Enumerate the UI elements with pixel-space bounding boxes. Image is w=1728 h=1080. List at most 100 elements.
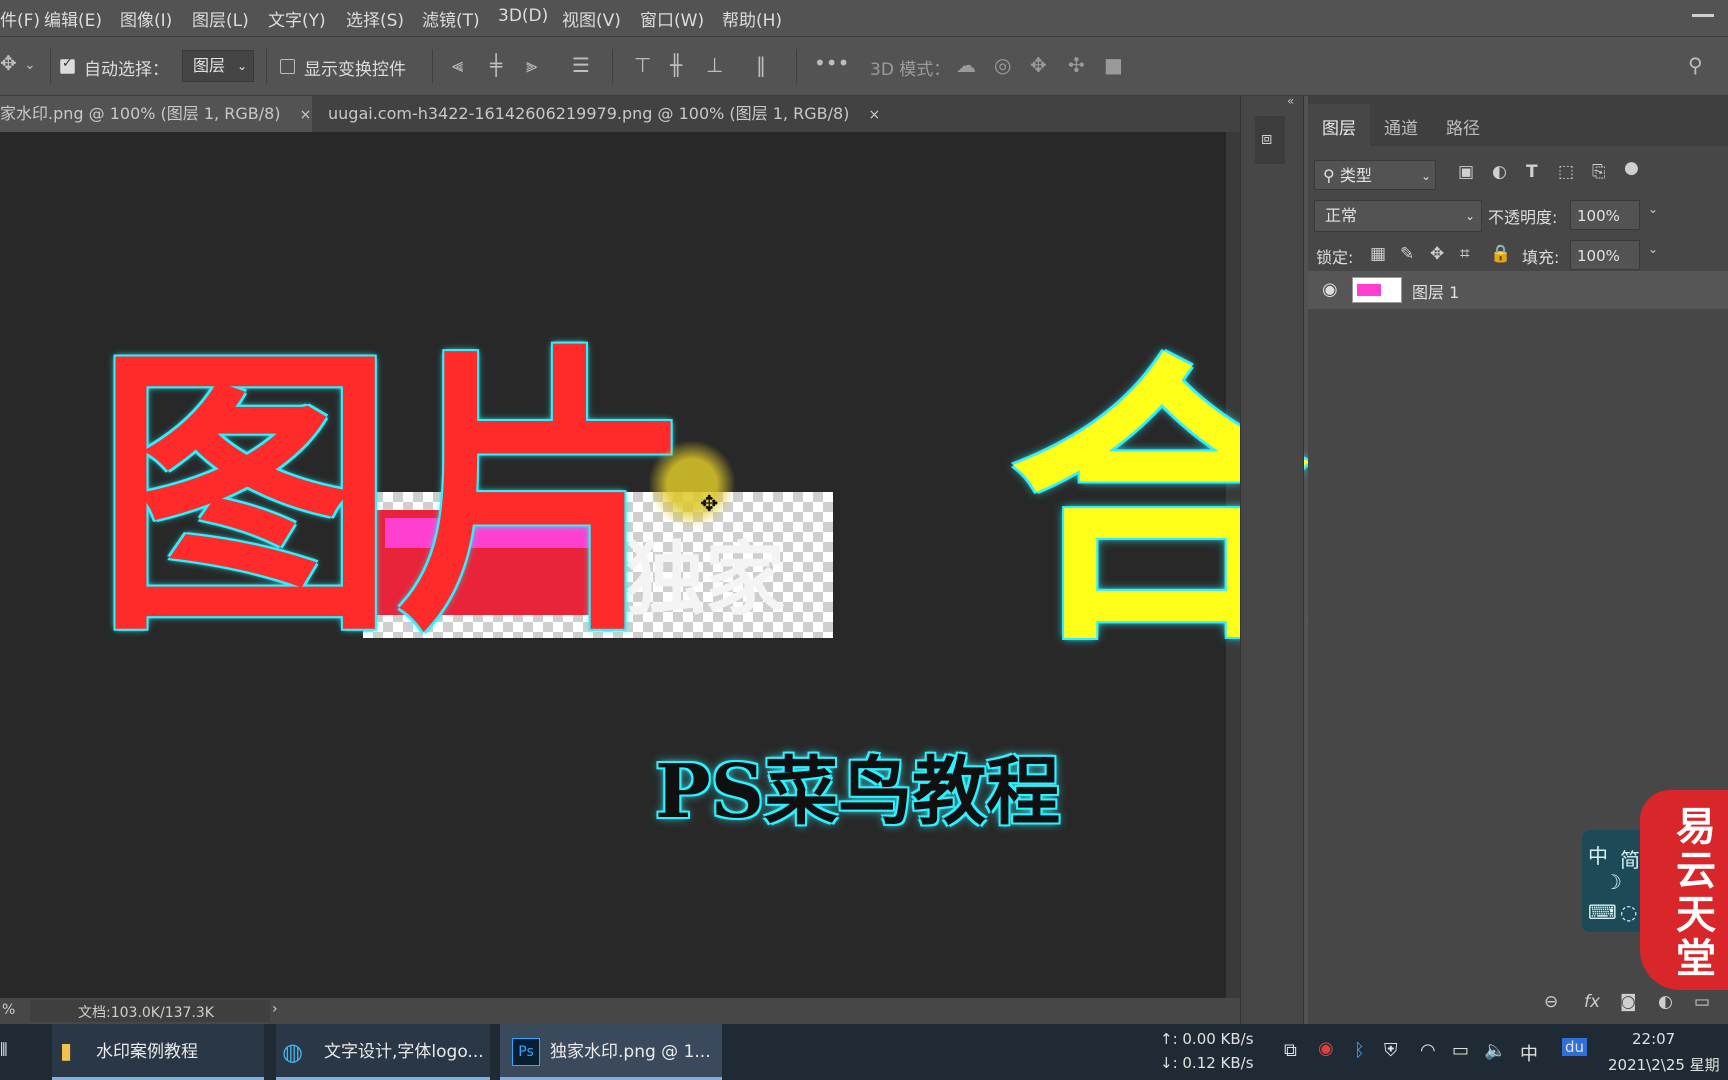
ime-indicator[interactable]: 中 — [1520, 1040, 1538, 1066]
folder-icon[interactable]: ▭ — [1694, 992, 1710, 1012]
tab-channels[interactable]: 通道 — [1384, 114, 1418, 139]
panel-footer: ⊖ fx ◙ ◐ ▭ — [1308, 984, 1728, 1024]
tab-layers[interactable]: 图层 — [1322, 114, 1356, 139]
separator — [612, 49, 613, 83]
lock-transparency-icon[interactable]: ▦ — [1370, 244, 1386, 264]
menu-help[interactable]: 帮助(H) — [722, 6, 782, 31]
search-icon[interactable]: ⚲ — [1688, 53, 1703, 77]
tab-doc-uugai[interactable]: uugai.com-h3422-16142606219979.png @ 100… — [318, 96, 881, 133]
taskbar-item-edge[interactable]: ◍ 文字设计,字体logo... — [276, 1024, 490, 1080]
taskbar-item-label: 文字设计,字体logo... — [324, 1042, 484, 1062]
auto-select-dropdown[interactable]: 图层 ⌄ — [182, 50, 254, 82]
menu-layer[interactable]: 图层(L) — [192, 6, 249, 31]
cursor-highlight — [648, 440, 736, 528]
menu-type[interactable]: 文字(Y) — [268, 6, 326, 31]
screen-record-icon[interactable]: ⧉ — [1284, 1040, 1297, 1061]
image-filter-icon[interactable]: ▣ — [1458, 162, 1474, 182]
taskbar-item-label: 水印案例教程 — [96, 1042, 198, 1062]
menu-file[interactable]: 件(F) — [0, 6, 40, 31]
fx-icon[interactable]: fx — [1584, 992, 1600, 1012]
clock-date[interactable]: 2021\2\25 星期 — [1608, 1054, 1720, 1075]
menu-select[interactable]: 选择(S) — [346, 6, 404, 31]
opacity-field[interactable]: 100% — [1570, 200, 1640, 230]
bluetooth-icon[interactable]: ᛒ — [1354, 1040, 1365, 1061]
lock-pixels-icon[interactable]: ✎ — [1400, 244, 1414, 264]
menu-3d[interactable]: 3D(D) — [498, 6, 548, 26]
blend-mode-dropdown[interactable]: 正常 ⌄ — [1314, 200, 1482, 232]
smart-object-filter-icon[interactable]: ⎘ — [1592, 162, 1606, 182]
mode-3d-label: 3D 模式： — [870, 60, 951, 80]
tab-doc-watermark[interactable]: 家水印.png @ 100% (图层 1, RGB/8) × — [0, 96, 312, 132]
taskbar: ⫴ ▮ 水印案例教程 ◍ 文字设计,字体logo... Ps 独家水印.png … — [0, 1024, 1728, 1080]
auto-select-label: 自动选择： — [84, 60, 169, 80]
link-icon[interactable]: ⊖ — [1544, 992, 1558, 1012]
close-icon[interactable]: × — [869, 97, 881, 133]
ime-floating-widget[interactable]: 中 简 ☽ ⌨ ◌ — [1582, 830, 1646, 932]
lock-position-icon[interactable]: ✥ — [1430, 244, 1444, 264]
filter-type-dropdown[interactable]: ⚲ 类型 ⌄ — [1314, 160, 1436, 190]
lock-artboard-icon[interactable]: ⌗ — [1460, 244, 1470, 264]
menu-window[interactable]: 窗口(W) — [640, 6, 704, 31]
mask-icon[interactable]: ◙ — [1620, 992, 1637, 1012]
battery-icon[interactable]: ▭ — [1452, 1040, 1469, 1061]
show-transform-checkbox[interactable] — [280, 59, 295, 74]
align-bottom-icon[interactable]: ⊥ — [706, 53, 723, 77]
collapse-icon[interactable]: « — [1287, 94, 1294, 108]
zoom-level[interactable]: % — [2, 1002, 15, 1018]
minimize-icon[interactable] — [1692, 14, 1714, 17]
chevron-down-icon[interactable]: ⌄ — [1648, 242, 1658, 256]
move-cursor-icon: ✥ — [700, 492, 719, 517]
adjustment-layer-icon[interactable]: ◐ — [1658, 992, 1673, 1012]
layer-row[interactable]: ◉ 图层 1 — [1308, 271, 1728, 309]
lock-all-icon[interactable]: 🔒 — [1490, 244, 1511, 264]
separator — [432, 49, 433, 83]
settings-icon: ◌ — [1620, 900, 1638, 924]
align-right-icon[interactable]: ⫸ — [526, 53, 537, 77]
chevron-down-icon[interactable]: ⌄ — [24, 53, 36, 77]
menu-image[interactable]: 图像(I) — [120, 6, 172, 31]
roll-3d-icon[interactable]: ◎ — [994, 53, 1011, 77]
panel-tab-bar — [1308, 96, 1728, 146]
baidu-icon[interactable]: du — [1562, 1038, 1588, 1056]
record-icon[interactable]: ◉ — [1318, 1038, 1334, 1059]
chevron-right-icon[interactable]: › — [272, 1001, 278, 1017]
task-view-icon[interactable]: ⫴ — [0, 1040, 8, 1061]
clock-time[interactable]: 22:07 — [1632, 1030, 1675, 1048]
security-icon[interactable]: ⛨ — [1384, 1040, 1398, 1061]
more-options-icon[interactable]: ••• — [814, 51, 849, 75]
type-filter-icon[interactable]: T — [1526, 162, 1538, 182]
distribute-vertical-icon[interactable]: ‖ — [756, 53, 766, 77]
auto-select-value: 图层 — [193, 56, 226, 75]
chevron-down-icon: ⌄ — [236, 59, 247, 73]
menu-filter[interactable]: 滤镜(T) — [422, 6, 480, 31]
chevron-down-icon[interactable]: ⌄ — [1648, 202, 1658, 216]
tab-paths[interactable]: 路径 — [1446, 114, 1480, 139]
taskbar-item-explorer[interactable]: ▮ 水印案例教程 — [52, 1024, 264, 1080]
wifi-icon[interactable]: ◠ — [1420, 1040, 1436, 1061]
move-tool-icon[interactable]: ✥ — [0, 51, 17, 75]
volume-icon[interactable]: 🔈 — [1484, 1040, 1506, 1061]
align-center-icon[interactable]: ╪ — [490, 53, 502, 77]
pan-3d-icon[interactable]: ✥ — [1030, 53, 1047, 77]
taskbar-item-photoshop[interactable]: Ps 独家水印.png @ 1... — [500, 1024, 722, 1080]
show-transform-label: 显示变换控件 — [304, 60, 406, 80]
fill-field[interactable]: 100% — [1570, 240, 1640, 270]
libraries-panel-button[interactable]: ⧈ — [1255, 116, 1285, 164]
eye-icon[interactable]: ◉ — [1322, 279, 1338, 300]
orbit-3d-icon[interactable]: ☁ — [956, 53, 976, 77]
align-middle-icon[interactable]: ╫ — [670, 53, 682, 77]
close-icon[interactable]: × — [300, 97, 312, 133]
cube-icon: ⧈ — [1261, 128, 1273, 149]
keyboard-icon: ⌨ — [1588, 900, 1617, 924]
align-left-icon[interactable]: ⫷ — [452, 53, 463, 77]
menu-view[interactable]: 视图(V) — [562, 6, 621, 31]
auto-select-checkbox[interactable] — [60, 56, 75, 74]
video-camera-icon[interactable]: ■ — [1104, 53, 1123, 77]
shape-filter-icon[interactable]: ⬚ — [1558, 162, 1574, 182]
distribute-icon[interactable]: ☰ — [572, 53, 590, 77]
slide-3d-icon[interactable]: ✣ — [1068, 53, 1085, 77]
filter-toggle-icon[interactable]: ● — [1624, 158, 1639, 178]
menu-edit[interactable]: 编辑(E) — [44, 6, 102, 31]
adjustment-filter-icon[interactable]: ◐ — [1492, 162, 1507, 182]
align-top-icon[interactable]: ⊤ — [634, 53, 651, 77]
